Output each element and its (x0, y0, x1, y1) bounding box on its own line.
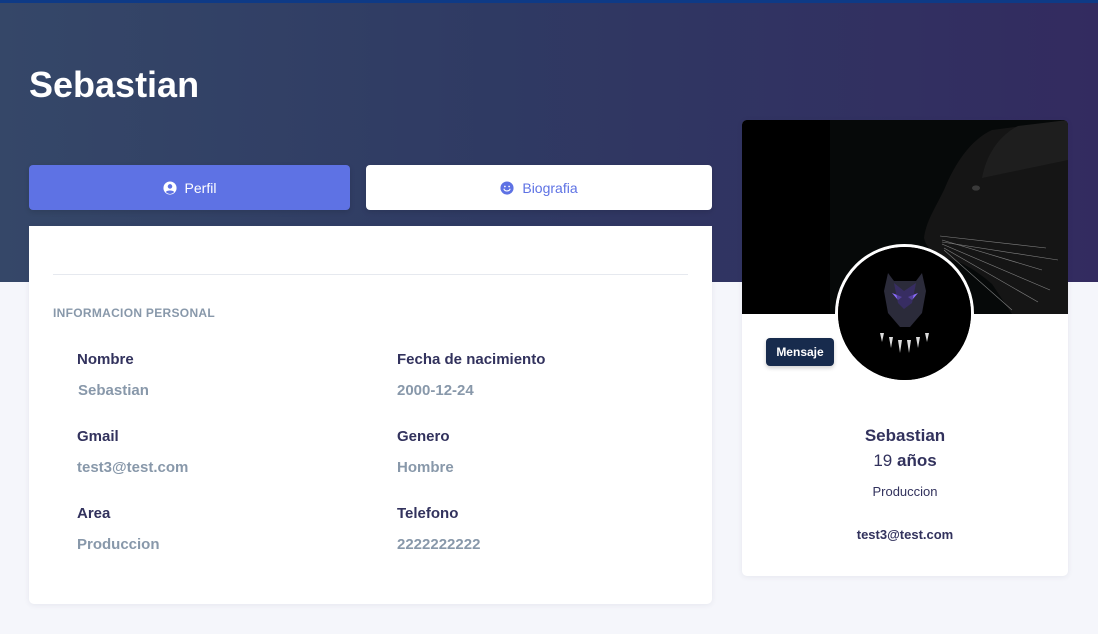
field-label-genero: Genero (397, 428, 450, 445)
tab-biografia[interactable]: Biografia (366, 165, 712, 210)
field-value-gmail: test3@test.com (77, 459, 189, 476)
personal-info-card: INFORMACION PERSONAL Nombre Sebastian Fe… (29, 226, 712, 604)
profile-name: Sebastian (864, 426, 946, 445)
field-label-nombre: Nombre (77, 351, 134, 368)
message-button[interactable]: Mensaje (766, 338, 834, 366)
profile-card: Mensaje Sebastian 19 años Produccion tes… (742, 120, 1068, 576)
section-title: INFORMACION PERSONAL (53, 306, 215, 320)
field-label-area: Area (77, 505, 111, 522)
profile-age-unit: años (896, 451, 937, 470)
user-circle-icon (162, 180, 177, 195)
page-title: Sebastian (29, 64, 200, 105)
field-value-fecha-nacimiento: 2000-12-24 (397, 382, 474, 399)
field-value-telefono: 2222222222 (397, 536, 481, 553)
smile-icon (500, 180, 514, 195)
field-value-nombre: Sebastian (78, 382, 149, 399)
tab-perfil-label: Perfil (184, 179, 217, 196)
profile-age-number: 19 (873, 451, 893, 470)
tab-perfil[interactable]: Perfil (29, 165, 350, 210)
avatar (835, 244, 974, 383)
field-value-genero: Hombre (397, 459, 454, 476)
profile-email: test3@test.com (856, 527, 954, 542)
field-label-gmail: Gmail (77, 428, 119, 445)
profile-area: Produccion (872, 484, 938, 499)
field-value-area: Produccion (77, 536, 160, 553)
divider (53, 274, 688, 275)
field-label-fecha-nacimiento: Fecha de nacimiento (397, 351, 546, 368)
profile-age: 19 años (742, 451, 1068, 471)
field-label-telefono: Telefono (397, 505, 459, 522)
tab-biografia-label: Biografia (522, 179, 578, 196)
